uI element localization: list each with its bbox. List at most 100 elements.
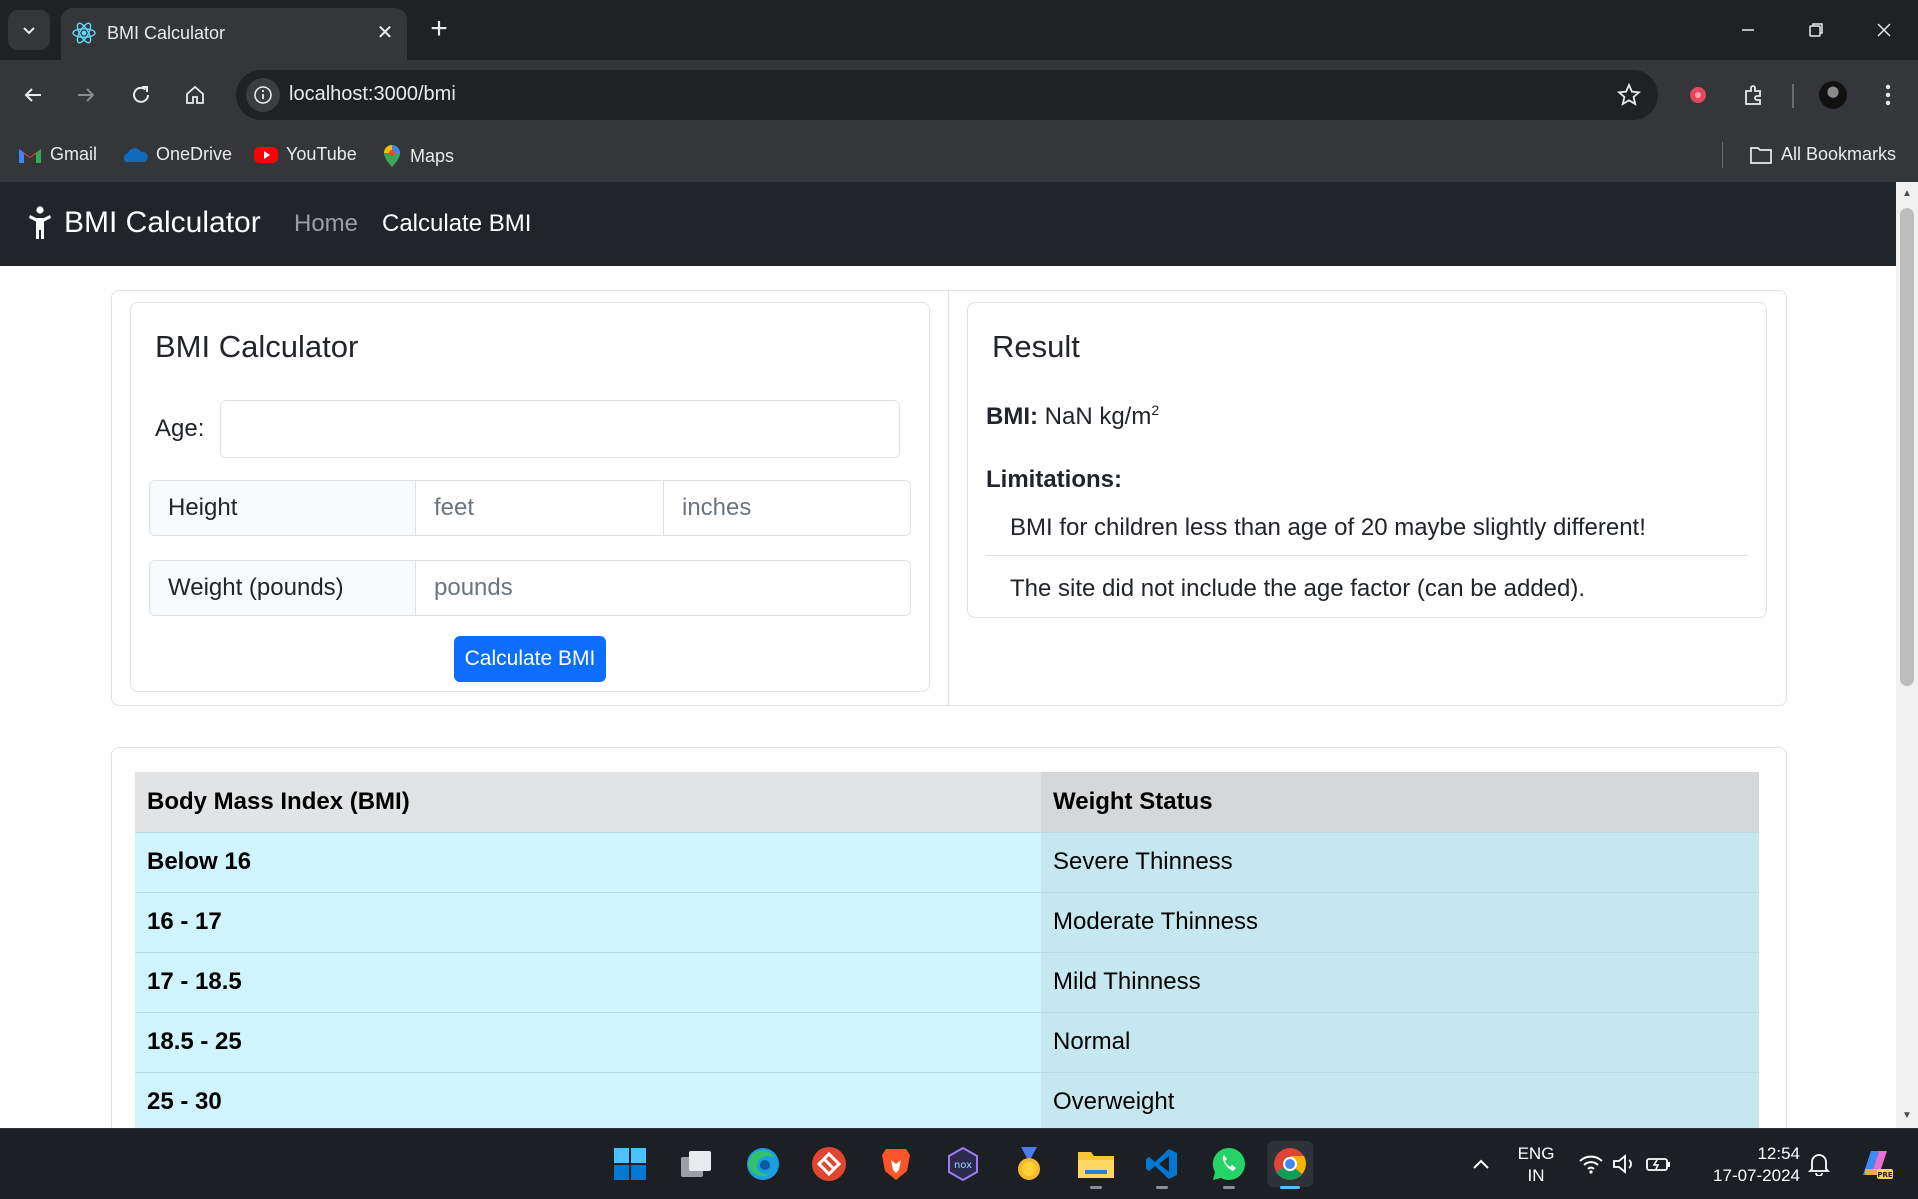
browser-toolbar: localhost:3000/bmi	[0, 60, 1918, 130]
bmi-range-cell: 16 - 17	[135, 891, 1041, 952]
system-tray-quick-settings[interactable]	[1570, 1141, 1680, 1187]
nav-link-calculate-bmi[interactable]: Calculate BMI	[382, 210, 531, 238]
address-bar[interactable]: localhost:3000/bmi	[236, 70, 1658, 120]
battery-icon	[1646, 1158, 1670, 1171]
page-scrollbar[interactable]: ▲ ▼	[1896, 182, 1918, 1128]
running-indicator	[1156, 1186, 1168, 1189]
language-indicator[interactable]: ENG IN	[1508, 1143, 1564, 1187]
language-code: ENG	[1517, 1144, 1555, 1163]
inches-input[interactable]: inches	[664, 481, 910, 535]
calculate-bmi-button[interactable]: Calculate BMI	[454, 636, 606, 682]
nav-link-home[interactable]: Home	[294, 210, 358, 238]
taskbar-anydesk[interactable]	[806, 1141, 852, 1187]
weight-status-cell: Mild Thinness	[1041, 951, 1759, 1012]
new-tab-button[interactable]: +	[422, 12, 456, 46]
taskbar-medal[interactable]	[1006, 1141, 1052, 1187]
weight-label: Weight (pounds)	[150, 561, 416, 615]
navbar-brand[interactable]: BMI Calculator	[28, 206, 261, 240]
tab-search-button[interactable]	[8, 10, 50, 50]
weight-status-cell: Overweight	[1041, 1071, 1759, 1128]
all-bookmarks-button[interactable]: All Bookmarks	[1749, 144, 1896, 165]
scrollbar-thumb[interactable]	[1900, 208, 1914, 686]
bookmark-youtube[interactable]: YouTube	[254, 144, 357, 165]
avatar	[1819, 81, 1847, 109]
taskbar-file-explorer[interactable]	[1073, 1141, 1119, 1189]
result-title: Result	[992, 329, 1080, 364]
browser-menu-button[interactable]	[1870, 77, 1906, 113]
bmi-range-cell: Below 16	[135, 831, 1041, 892]
home-button[interactable]	[177, 77, 213, 113]
table-header-row: Body Mass Index (BMI) Weight Status	[135, 772, 1759, 832]
back-button[interactable]	[15, 77, 51, 113]
chevron-down-icon	[23, 27, 35, 35]
taskbar-whatsapp[interactable]	[1206, 1141, 1252, 1189]
limitation-item: The site did not include the age factor …	[1010, 575, 1586, 602]
more-vertical-icon	[1885, 84, 1891, 106]
windows-taskbar: nox ENG IN 12:54 17-07-2024 PRE	[0, 1128, 1918, 1199]
list-divider	[986, 555, 1748, 556]
bookmark-gmail[interactable]: Gmail	[18, 144, 97, 165]
bookmark-star-button[interactable]	[1614, 80, 1644, 110]
task-view-icon	[681, 1151, 711, 1177]
table-header-weight-status: Weight Status	[1041, 772, 1759, 832]
minimize-button[interactable]	[1724, 10, 1772, 50]
pounds-input[interactable]: pounds	[416, 561, 910, 615]
browser-tab[interactable]: BMI Calculator ✕	[61, 8, 407, 60]
browser-tab-bar: BMI Calculator ✕ +	[0, 0, 1918, 60]
clock[interactable]: 12:54 17-07-2024	[1688, 1143, 1800, 1187]
close-window-button[interactable]	[1860, 10, 1908, 50]
bmi-unit-exponent: 2	[1151, 402, 1160, 418]
brave-icon	[882, 1149, 910, 1180]
bookmark-label: Maps	[410, 145, 455, 166]
notifications-button[interactable]	[1796, 1141, 1842, 1187]
table-row: 18.5 - 25 Normal	[135, 1011, 1759, 1072]
toolbar-separator	[1792, 84, 1794, 108]
chrome-icon	[1274, 1148, 1306, 1180]
weight-status-cell: Moderate Thinness	[1041, 891, 1759, 952]
scroll-down-icon[interactable]: ▼	[1901, 1110, 1913, 1122]
show-hidden-icons-button[interactable]	[1458, 1141, 1504, 1187]
taskbar-vscode[interactable]	[1139, 1141, 1185, 1189]
forward-button[interactable]	[68, 77, 104, 113]
bookmark-onedrive[interactable]: OneDrive	[122, 144, 232, 165]
extension-button[interactable]	[1680, 77, 1716, 113]
tab-close-icon[interactable]: ✕	[371, 18, 399, 46]
taskbar-edge[interactable]	[740, 1141, 786, 1187]
task-view-button[interactable]	[673, 1141, 719, 1187]
scroll-up-icon[interactable]: ▲	[1901, 188, 1913, 200]
file-explorer-icon	[1078, 1152, 1114, 1178]
bookmarks-separator	[1722, 142, 1723, 168]
bmi-form-card: BMI Calculator Age: Height feet inches W…	[130, 302, 930, 692]
site-info-button[interactable]	[246, 78, 280, 112]
bmi-range-cell: 17 - 18.5	[135, 951, 1041, 1012]
table-row: 25 - 30 Overweight	[135, 1071, 1759, 1128]
feet-input[interactable]: feet	[416, 481, 664, 535]
gmail-icon	[19, 148, 41, 163]
start-button[interactable]	[607, 1141, 653, 1187]
bmi-result-value: NaN kg/m	[1044, 403, 1152, 430]
info-icon	[254, 86, 272, 104]
extensions-menu-button[interactable]	[1736, 77, 1772, 113]
height-label: Height	[150, 481, 416, 535]
age-input[interactable]	[220, 400, 900, 458]
vscode-icon	[1146, 1149, 1177, 1179]
taskbar-brave[interactable]	[873, 1141, 919, 1187]
bmi-result-label: BMI:	[986, 403, 1038, 430]
clock-date: 17-07-2024	[1713, 1166, 1800, 1185]
table-row: 16 - 17 Moderate Thinness	[135, 891, 1759, 952]
bmi-table: Body Mass Index (BMI) Weight Status Belo…	[135, 772, 1759, 1128]
nox-icon: nox	[948, 1146, 978, 1182]
svg-text:nox: nox	[954, 1160, 972, 1171]
table-row: Below 16 Severe Thinness	[135, 831, 1759, 892]
copilot-button[interactable]: PRE	[1852, 1141, 1898, 1187]
taskbar-nox[interactable]: nox	[940, 1141, 986, 1187]
table-header-bmi: Body Mass Index (BMI)	[135, 772, 1041, 832]
taskbar-chrome[interactable]	[1267, 1141, 1313, 1189]
profile-button[interactable]	[1815, 77, 1851, 113]
restore-button[interactable]	[1792, 10, 1840, 50]
bmi-range-cell: 25 - 30	[135, 1071, 1041, 1128]
bookmark-label: YouTube	[286, 144, 357, 164]
bookmark-maps[interactable]: Maps	[382, 144, 454, 168]
limitation-item: BMI for children less than age of 20 may…	[1010, 514, 1646, 541]
reload-button[interactable]	[123, 77, 159, 113]
